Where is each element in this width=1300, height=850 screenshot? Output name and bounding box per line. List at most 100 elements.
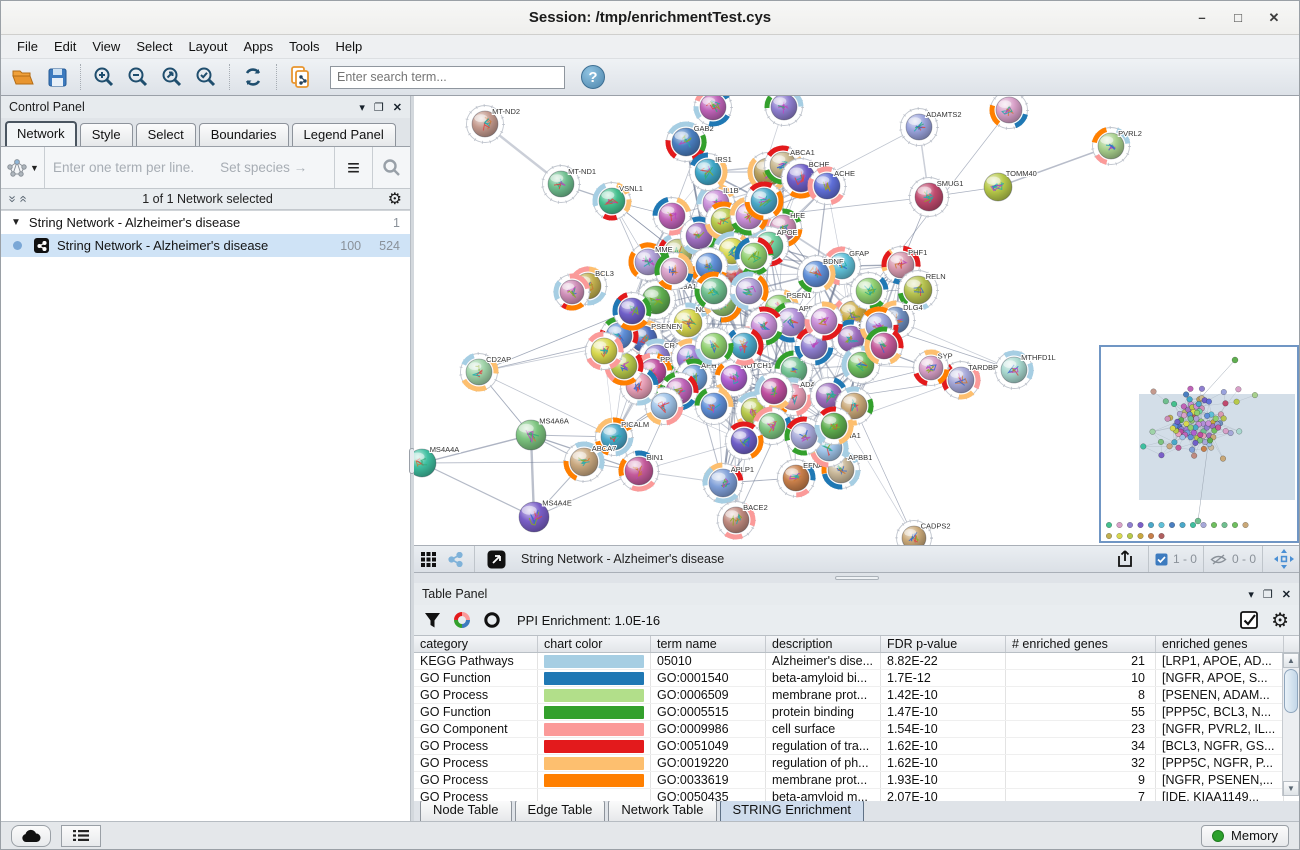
table-row[interactable]: GO FunctionGO:0001540beta-amyloid bi...1… xyxy=(414,670,1299,687)
memory-button[interactable]: Memory xyxy=(1201,825,1289,847)
network-node[interactable] xyxy=(586,333,623,370)
splitter-grip[interactable] xyxy=(835,576,879,580)
tree-expand-caret-icon[interactable]: ▼ xyxy=(11,217,21,228)
network-node[interactable]: TOMM40 xyxy=(984,169,1037,201)
column-header--enriched-genes[interactable]: # enriched genes xyxy=(1006,636,1156,652)
network-node[interactable]: MT-ND2 xyxy=(467,106,521,143)
tab-legend-panel[interactable]: Legend Panel xyxy=(292,123,396,146)
table-row[interactable]: GO FunctionGO:0005515protein binding1.47… xyxy=(414,704,1299,721)
network-node[interactable] xyxy=(656,253,693,290)
network-node[interactable] xyxy=(991,96,1028,129)
column-header-chart-color[interactable]: chart color xyxy=(538,636,651,652)
network-node[interactable]: TARDBP xyxy=(943,362,999,399)
network-node[interactable] xyxy=(614,293,651,330)
network-node[interactable] xyxy=(866,328,903,365)
birds-eye-view[interactable] xyxy=(1099,345,1299,543)
select-all-checkbox-icon[interactable] xyxy=(1240,611,1259,630)
menu-help[interactable]: Help xyxy=(328,37,371,56)
filter-icon[interactable] xyxy=(424,612,441,629)
network-node[interactable] xyxy=(816,408,853,445)
zoom-in-button[interactable] xyxy=(88,62,120,92)
network-node[interactable]: VSNL1 xyxy=(594,183,643,220)
table-row[interactable]: GO ProcessGO:0033619membrane prot...1.93… xyxy=(414,772,1299,789)
cloud-tasks-button[interactable] xyxy=(11,825,51,847)
table-row[interactable]: GO ComponentGO:0009986cell surface1.54E-… xyxy=(414,721,1299,738)
network-node[interactable] xyxy=(756,373,793,410)
string-search-button[interactable] xyxy=(372,147,410,188)
panel-float-icon[interactable]: ❐ xyxy=(1263,588,1273,601)
network-share-icon[interactable] xyxy=(442,544,468,574)
table-splitter[interactable] xyxy=(414,573,1299,583)
network-node[interactable]: ACHE xyxy=(809,168,855,205)
zoom-selected-button[interactable] xyxy=(190,62,222,92)
tab-network[interactable]: Network xyxy=(5,121,77,146)
search-input[interactable] xyxy=(330,66,565,89)
chart-color-icon[interactable] xyxy=(453,611,471,629)
close-button[interactable]: ✕ xyxy=(1263,7,1285,29)
grid-view-icon[interactable] xyxy=(414,544,442,574)
network-node[interactable] xyxy=(806,303,843,340)
table-row[interactable]: KEGG Pathways05010Alzheimer's dise...8.8… xyxy=(414,653,1299,670)
table-row[interactable]: GO ProcessGO:0019220regulation of ph...1… xyxy=(414,755,1299,772)
tab-select[interactable]: Select xyxy=(136,123,196,146)
help-button[interactable]: ? xyxy=(581,65,605,89)
menu-edit[interactable]: Edit xyxy=(46,37,84,56)
network-node[interactable]: MS4A4A xyxy=(414,445,459,477)
menu-layout[interactable]: Layout xyxy=(180,37,235,56)
network-node[interactable]: ADAMTS2 xyxy=(901,109,962,146)
network-node[interactable]: SMUG1 xyxy=(910,178,964,217)
network-node[interactable]: MTHFD1L xyxy=(996,352,1056,389)
panel-float-icon[interactable]: ❐ xyxy=(374,101,384,114)
network-node[interactable]: BACE2 xyxy=(718,502,768,539)
network-node[interactable] xyxy=(696,388,733,425)
menu-file[interactable]: File xyxy=(9,37,46,56)
network-node[interactable] xyxy=(555,275,590,310)
menu-tools[interactable]: Tools xyxy=(281,37,327,56)
network-row-selected[interactable]: String Network - Alzheimer's disease 100… xyxy=(1,234,410,257)
network-node[interactable]: CD2AP xyxy=(461,354,512,391)
open-in-external-icon[interactable] xyxy=(481,544,511,574)
zoom-out-button[interactable] xyxy=(122,62,154,92)
panel-close-icon[interactable]: ✕ xyxy=(393,101,402,114)
column-header-category[interactable]: category xyxy=(414,636,538,652)
column-header-enriched-genes[interactable]: enriched genes xyxy=(1156,636,1284,652)
network-node[interactable] xyxy=(766,96,803,126)
network-node[interactable] xyxy=(696,273,733,310)
network-from-file-button[interactable] xyxy=(284,62,316,92)
network-node[interactable]: BIN1 xyxy=(620,452,664,491)
menu-view[interactable]: View xyxy=(84,37,128,56)
save-session-button[interactable] xyxy=(41,62,73,92)
scroll-up-arrow[interactable]: ▲ xyxy=(1283,653,1299,668)
network-node[interactable]: MS4A4E xyxy=(519,498,572,532)
string-source-selector[interactable]: ▼ xyxy=(1,147,45,188)
panel-close-icon[interactable]: ✕ xyxy=(1282,588,1291,601)
menu-select[interactable]: Select xyxy=(128,37,180,56)
column-header-description[interactable]: description xyxy=(766,636,881,652)
table-row[interactable]: GO ProcessGO:0051049regulation of tra...… xyxy=(414,738,1299,755)
table-row[interactable]: GO ProcessGO:0006509membrane prot...1.42… xyxy=(414,687,1299,704)
panel-menu-icon[interactable]: ▾ xyxy=(1248,588,1254,601)
scroll-down-arrow[interactable]: ▼ xyxy=(1283,781,1299,796)
network-node[interactable] xyxy=(736,238,773,275)
tab-string-enrichment[interactable]: STRING Enrichment xyxy=(720,799,864,821)
tab-node-table[interactable]: Node Table xyxy=(420,799,512,821)
network-node[interactable] xyxy=(851,273,888,310)
network-options-gear-icon[interactable]: ⚙ xyxy=(388,189,402,209)
panel-menu-icon[interactable]: ▾ xyxy=(359,101,365,114)
network-node[interactable]: ABCA7 xyxy=(565,443,617,482)
tab-network-table[interactable]: Network Table xyxy=(608,799,716,821)
open-session-button[interactable] xyxy=(7,62,39,92)
zoom-fit-button[interactable] xyxy=(156,62,188,92)
column-header-FDR-p-value[interactable]: FDR p-value xyxy=(881,636,1006,652)
network-node[interactable] xyxy=(746,183,783,220)
minimize-button[interactable]: – xyxy=(1191,7,1213,29)
network-node[interactable] xyxy=(696,328,733,365)
column-header-term-name[interactable]: term name xyxy=(651,636,766,652)
refresh-button[interactable] xyxy=(237,62,269,92)
scrollbar-thumb[interactable] xyxy=(1284,669,1298,713)
network-node[interactable]: MT-ND1 xyxy=(543,166,597,203)
network-collection-row[interactable]: ▼ String Network - Alzheimer's disease 1 xyxy=(1,211,410,234)
string-query-input[interactable]: Enter one term per line. Set species → xyxy=(45,160,334,175)
expand-all-icon[interactable]: « xyxy=(19,195,29,202)
maximize-button[interactable]: □ xyxy=(1227,7,1249,29)
